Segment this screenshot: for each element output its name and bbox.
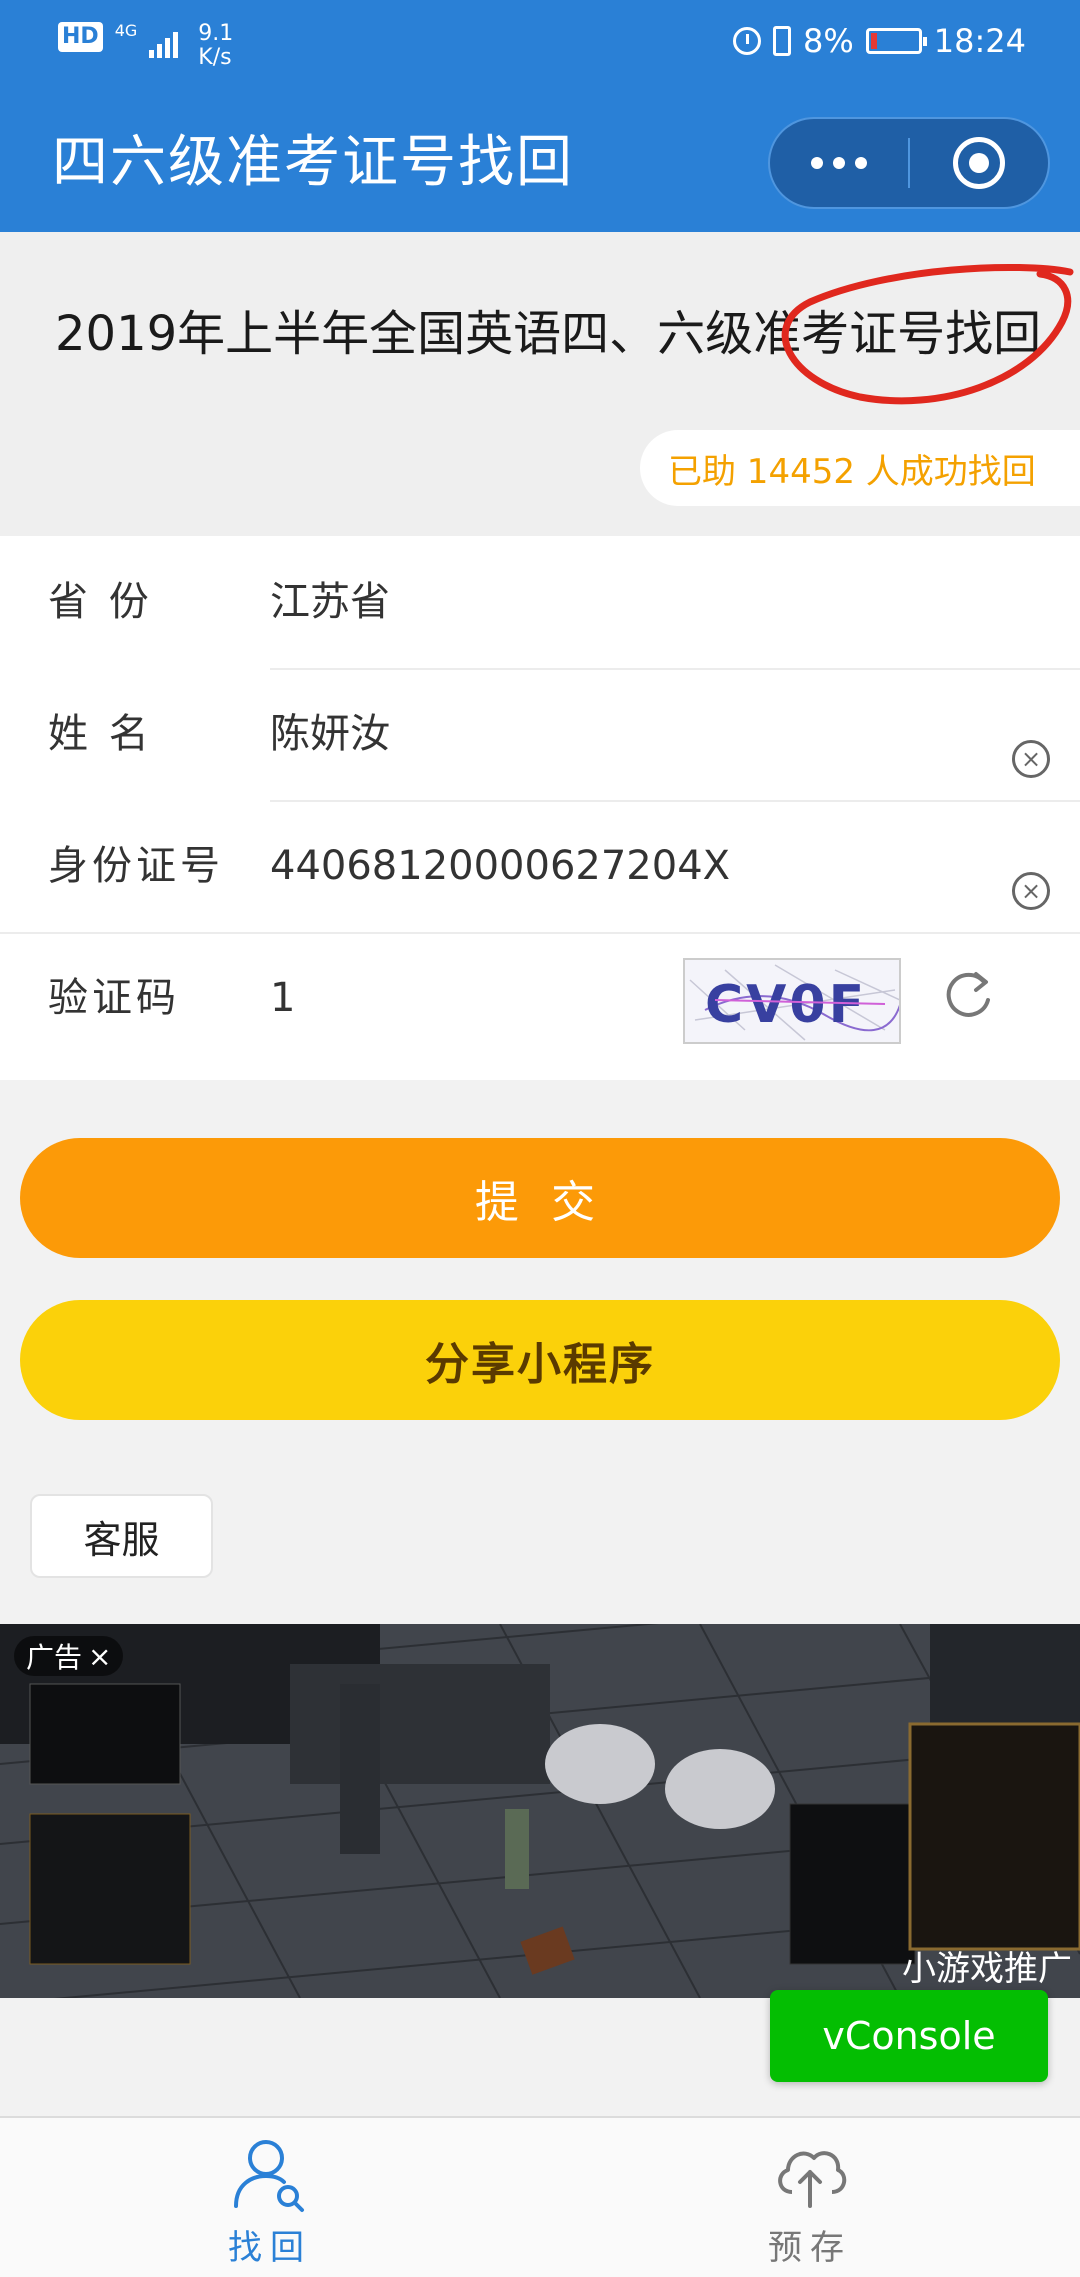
captcha-image[interactable]: CV0F	[683, 958, 901, 1044]
hd-indicator: HD	[58, 22, 103, 52]
cloud-upload-icon	[778, 2151, 847, 2208]
speed-unit: K/s	[198, 45, 232, 70]
ad-label: 广告 ×	[14, 1636, 124, 1676]
id-number-input[interactable]: 44068120000627204X	[270, 842, 730, 890]
clear-id-number-icon[interactable]: ×	[1012, 872, 1050, 910]
network-label: 4G	[114, 21, 138, 40]
clock: 18:24	[933, 22, 1026, 60]
province-label: 省 份	[48, 579, 153, 625]
submit-button[interactable]: 提 交	[20, 1138, 1060, 1258]
signal-icon	[149, 26, 179, 58]
success-count-badge: 已助 14452 人成功找回	[640, 430, 1080, 506]
status-right: 8% 18:24	[733, 22, 1026, 60]
user-search-icon	[234, 2140, 304, 2212]
name-row: 姓 名 陈妍汝 ×	[0, 668, 1080, 800]
battery-percent: 8%	[803, 22, 854, 60]
name-input[interactable]: 陈妍汝	[270, 710, 390, 758]
captcha-text: CV0F	[705, 975, 867, 1035]
network-indicator: 4G	[115, 22, 138, 40]
id-number-label: 身份证号	[48, 843, 224, 889]
red-circle-annotation	[781, 263, 1074, 405]
tab-prestore-label: 预存	[768, 2228, 852, 2268]
name-label: 姓 名	[48, 711, 153, 757]
refresh-captcha-icon[interactable]	[940, 968, 996, 1024]
tab-retrieve-label: 找回	[228, 2228, 312, 2268]
captcha-row: 验证码 1	[0, 932, 1080, 1064]
share-miniprogram-button[interactable]: 分享小程序	[20, 1300, 1060, 1420]
exit-miniprogram-icon[interactable]	[910, 119, 1048, 207]
miniprogram-capsule	[768, 117, 1050, 209]
province-row[interactable]: 省 份 江苏省	[0, 536, 1080, 668]
tab-prestore[interactable]: 预存	[540, 2118, 1080, 2277]
tab-retrieve[interactable]: 找回	[0, 2118, 540, 2277]
province-value[interactable]: 江苏省	[270, 578, 390, 626]
close-ad-icon[interactable]: ×	[88, 1640, 111, 1673]
ad-banner[interactable]: 广告 × 小游戏推广	[0, 1624, 1080, 1998]
more-menu-icon[interactable]	[770, 119, 908, 207]
tab-bar: 找回 预存	[0, 2116, 1080, 2277]
vibrate-icon	[773, 26, 792, 56]
query-form: 省 份 江苏省 姓 名 陈妍汝 × 身份证号 44068120000627204…	[0, 536, 1080, 1080]
captcha-input[interactable]: 1	[270, 974, 295, 1022]
status-left: HD 4G 9.1 K/s	[58, 22, 233, 70]
ad-promo-text: 小游戏推广	[902, 1949, 1072, 1989]
id-number-row: 身份证号 44068120000627204X ×	[0, 800, 1080, 932]
customer-service-button[interactable]: 客服	[30, 1494, 213, 1578]
vconsole-button[interactable]: vConsole	[770, 1990, 1048, 2082]
speed-value: 9.1	[198, 21, 234, 46]
ad-label-text: 广告	[26, 1641, 83, 1674]
clear-name-icon[interactable]: ×	[1012, 740, 1050, 778]
top-bar: HD 4G 9.1 K/s 8% 18:24 四六级准考证号找回	[0, 0, 1080, 232]
alarm-icon	[733, 27, 762, 55]
status-bar: HD 4G 9.1 K/s 8% 18:24	[0, 0, 1080, 92]
page-title: 四六级准考证号找回	[52, 130, 574, 195]
battery-icon	[865, 28, 927, 54]
network-speed: 9.1 K/s	[198, 22, 233, 70]
captcha-label: 验证码	[48, 975, 180, 1021]
